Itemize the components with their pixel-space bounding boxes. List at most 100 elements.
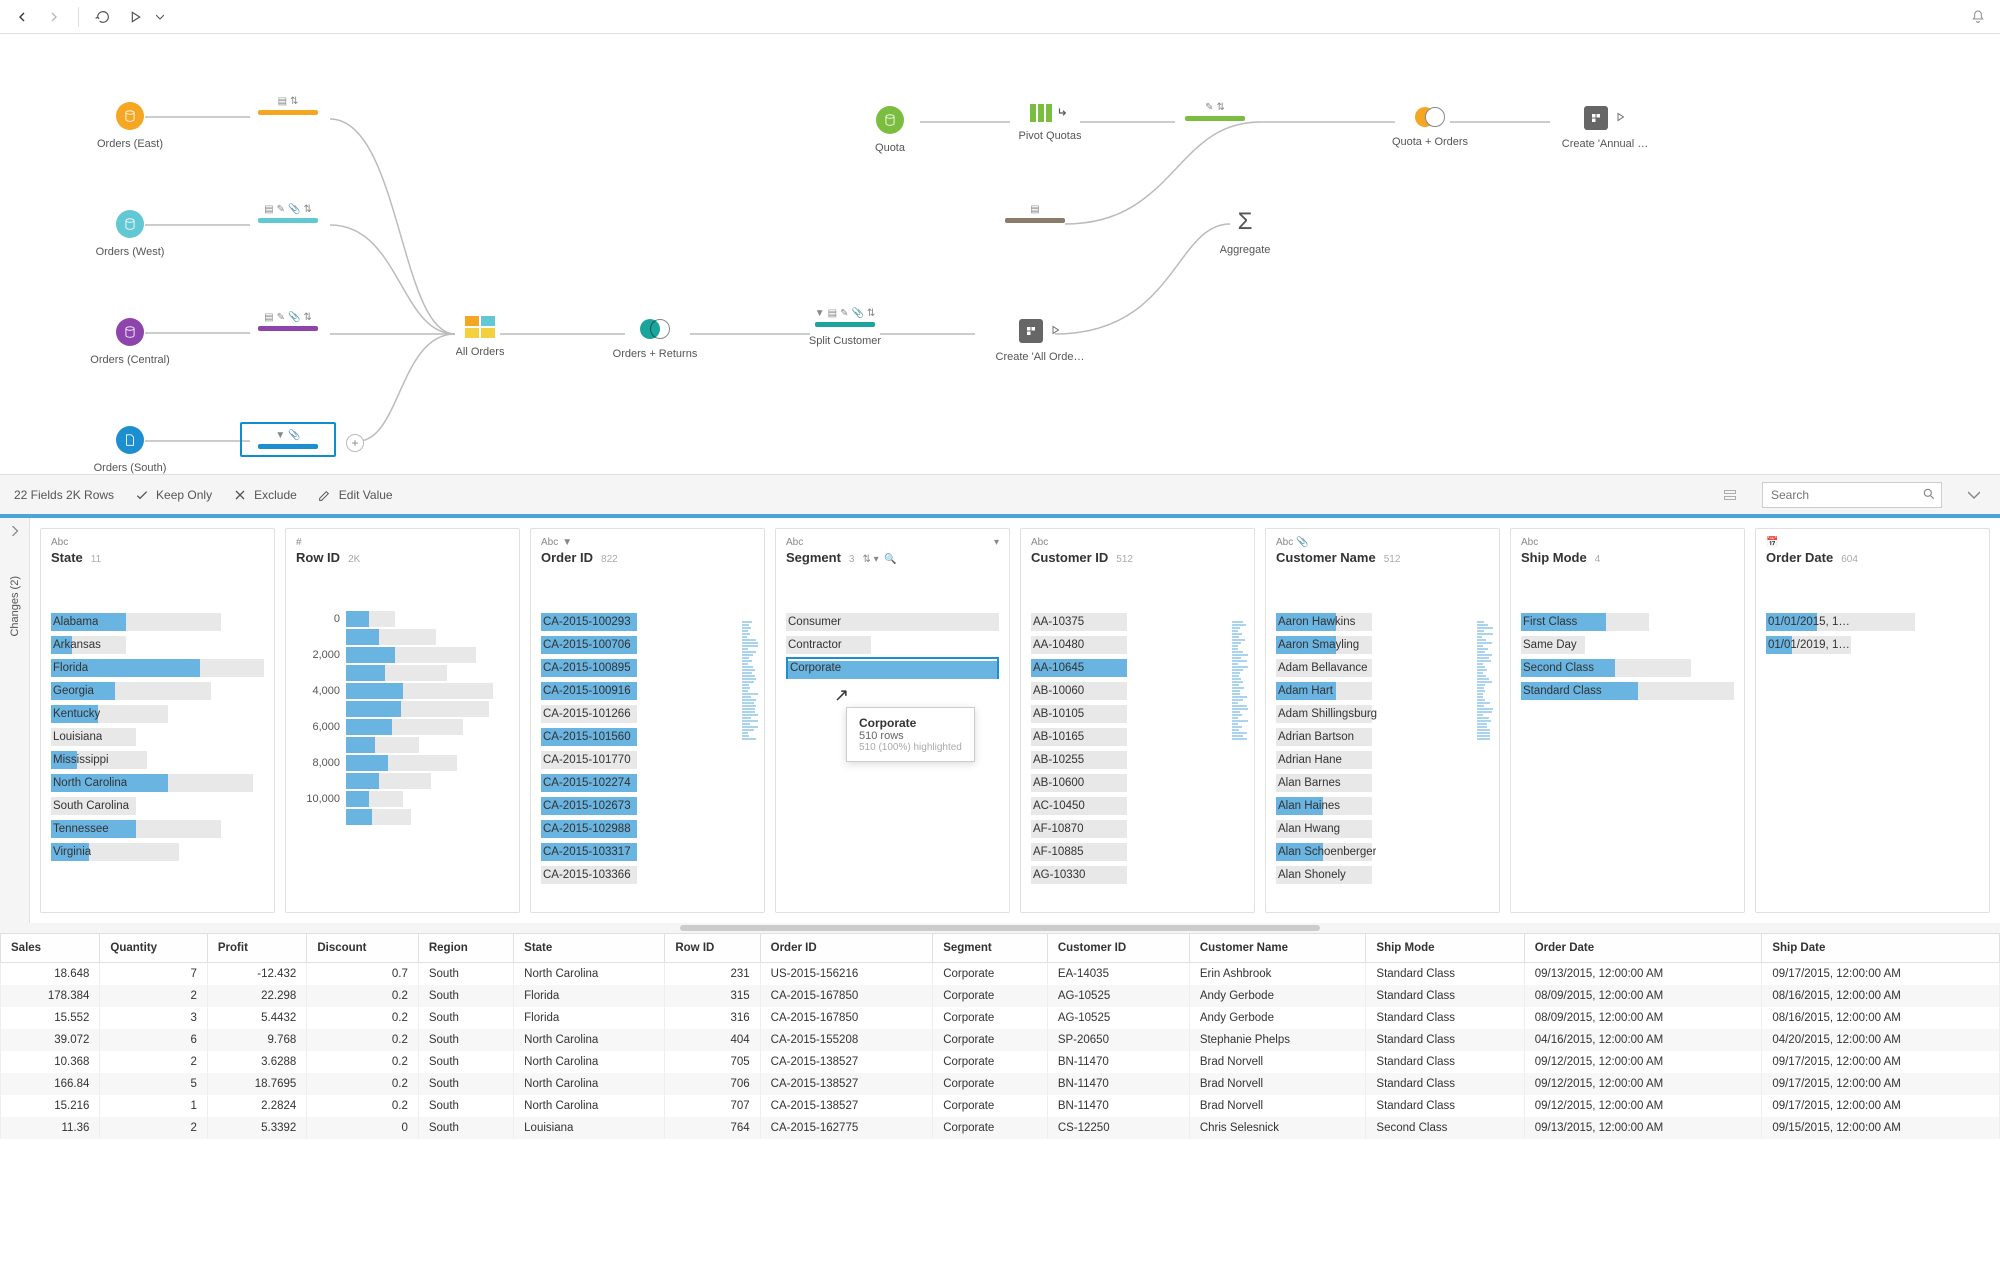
step-aggregate-input[interactable]: ▤ [990,204,1080,223]
node-quota-orders[interactable]: Quota + Orders [1370,106,1490,148]
value-item[interactable]: CA-2015-100706 [541,634,754,656]
step-quota[interactable]: ✎⇅ [1175,102,1255,121]
column-header-region[interactable]: Region [418,934,513,963]
value-item[interactable]: AG-10330 [1031,864,1244,886]
exclude-button[interactable]: Exclude [232,487,297,503]
histogram-bar[interactable] [296,773,509,789]
value-item[interactable]: South Carolina [51,795,264,817]
table-row[interactable]: 18.6487-12.4320.7SouthNorth Carolina231U… [1,963,2000,986]
value-item[interactable]: Alabama [51,611,264,633]
scrollbar-thumb[interactable] [680,925,1320,931]
keep-only-button[interactable]: Keep Only [134,487,212,503]
value-item[interactable]: AA-10480 [1031,634,1244,656]
column-header-customer-name[interactable]: Customer Name [1189,934,1366,963]
value-item[interactable]: AF-10870 [1031,818,1244,840]
value-item[interactable]: CA-2015-100916 [541,680,754,702]
node-aggregate[interactable]: Σ Aggregate [1185,208,1305,256]
profile-card-ship-mode[interactable]: Abc Ship Mode 4 First ClassSame DaySecon… [1510,528,1745,913]
step-orders-east[interactable]: ▤⇅ [248,96,328,115]
histogram-bar[interactable]: 10,000 [296,791,509,807]
value-item[interactable]: CA-2015-100895 [541,657,754,679]
histogram-bar[interactable] [296,665,509,681]
value-item[interactable]: Florida [51,657,264,679]
node-orders-east[interactable]: Orders (East) [70,102,190,150]
view-toggle-icon[interactable] [1718,483,1742,507]
value-item[interactable]: CA-2015-102673 [541,795,754,817]
value-item[interactable]: North Carolina [51,772,264,794]
column-header-order-id[interactable]: Order ID [760,934,933,963]
profile-card-customer-id[interactable]: Abc Customer ID 512 AA-10375AA-10480AA-1… [1020,528,1255,913]
value-item[interactable]: AB-10255 [1031,749,1244,771]
profile-card-state[interactable]: Abc State 11 AlabamaArkansasFloridaGeorg… [40,528,275,913]
back-icon[interactable] [10,5,34,29]
value-item[interactable]: 01/01/2019, 1… [1766,634,1979,656]
column-header-ship-mode[interactable]: Ship Mode [1366,934,1524,963]
column-header-row-id[interactable]: Row ID [665,934,760,963]
histogram-bar[interactable] [296,737,509,753]
node-create-all[interactable]: Create 'All Orde… [980,319,1100,363]
value-item[interactable]: Alan Hwang [1276,818,1489,840]
column-header-discount[interactable]: Discount [307,934,419,963]
node-create-annual[interactable]: Create 'Annual … [1545,106,1665,150]
search-input[interactable] [1762,482,1942,508]
value-item[interactable]: AC-10450 [1031,795,1244,817]
play-icon[interactable] [1614,111,1626,126]
refresh-icon[interactable] [91,5,115,29]
changes-panel-collapsed[interactable]: Changes (2) [0,518,30,923]
node-orders-central[interactable]: Orders (Central) [70,318,190,366]
table-row[interactable]: 11.3625.33920SouthLouisiana764CA-2015-16… [1,1117,2000,1139]
column-header-segment[interactable]: Segment [933,934,1048,963]
node-quota[interactable]: Quota [830,106,950,154]
value-item[interactable]: AB-10105 [1031,703,1244,725]
column-header-ship-date[interactable]: Ship Date [1762,934,2000,963]
value-item[interactable]: Alan Haines [1276,795,1489,817]
value-item[interactable]: CA-2015-101770 [541,749,754,771]
profile-card-segment[interactable]: Abc▾ Segment 3 ⇅ ▾ 🔍 ConsumerContractorC… [775,528,1010,913]
table-row[interactable]: 10.36823.62880.2SouthNorth Carolina705CA… [1,1051,2000,1073]
forward-icon[interactable] [42,5,66,29]
step-orders-south-selected[interactable]: ▼📎 [240,422,336,457]
value-item[interactable]: Aaron Smayling [1276,634,1489,656]
histogram-bar[interactable] [296,809,509,825]
value-item[interactable]: Alan Barnes [1276,772,1489,794]
value-item[interactable]: Contractor [786,634,999,656]
notifications-icon[interactable] [1966,5,1990,29]
node-all-orders[interactable]: All Orders [420,316,540,358]
value-item[interactable]: 01/01/2015, 1… [1766,611,1979,633]
value-item[interactable]: CA-2015-103366 [541,864,754,886]
table-row[interactable]: 39.07269.7680.2SouthNorth Carolina404CA-… [1,1029,2000,1051]
value-item[interactable]: Adam Bellavance [1276,657,1489,679]
value-item[interactable]: Louisiana [51,726,264,748]
table-row[interactable]: 166.84518.76950.2SouthNorth Carolina706C… [1,1073,2000,1095]
node-orders-south[interactable]: Orders (South) [70,426,190,474]
value-item[interactable]: CA-2015-101266 [541,703,754,725]
value-item[interactable]: Alan Shonely [1276,864,1489,886]
value-item[interactable]: Arkansas [51,634,264,656]
expand-icon[interactable] [1962,483,1986,507]
value-item[interactable]: AA-10375 [1031,611,1244,633]
value-item[interactable]: Adam Hart [1276,680,1489,702]
flow-canvas[interactable]: Orders (East) ▤⇅ Orders (West) ▤✎📎⇅ Orde… [0,34,2000,474]
column-header-sales[interactable]: Sales [1,934,100,963]
value-item[interactable]: Adam Shillingsburg [1276,703,1489,725]
value-item[interactable]: Virginia [51,841,264,863]
histogram-bar[interactable] [296,629,509,645]
edit-value-button[interactable]: Edit Value [317,487,393,503]
value-item[interactable]: Same Day [1521,634,1734,656]
value-item[interactable]: Adrian Hane [1276,749,1489,771]
horizontal-scrollbar[interactable] [0,923,2000,933]
run-flow-icon[interactable] [123,5,147,29]
value-item[interactable]: Kentucky [51,703,264,725]
value-item[interactable]: CA-2015-103317 [541,841,754,863]
value-item[interactable]: Aaron Hawkins [1276,611,1489,633]
value-item[interactable]: CA-2015-101560 [541,726,754,748]
table-row[interactable]: 15.55235.44320.2SouthFlorida316CA-2015-1… [1,1007,2000,1029]
value-item[interactable]: First Class [1521,611,1734,633]
node-pivot-quotas[interactable]: Pivot Quotas [990,104,1110,142]
value-item[interactable]: AA-10645 [1031,657,1244,679]
table-row[interactable]: 15.21612.28240.2SouthNorth Carolina707CA… [1,1095,2000,1117]
value-item[interactable]: Georgia [51,680,264,702]
profile-card-customer-name[interactable]: Abc 📎 Customer Name 512 Aaron HawkinsAar… [1265,528,1500,913]
value-item[interactable]: AB-10600 [1031,772,1244,794]
add-step-button[interactable]: + [346,434,364,452]
